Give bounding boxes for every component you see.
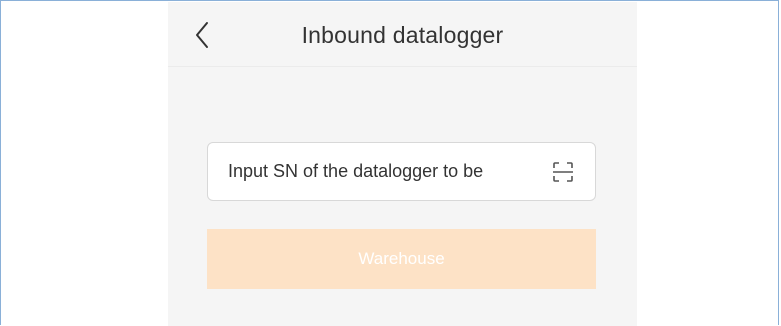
- app-screen: Inbound datalogger Warehouse: [168, 2, 637, 326]
- sn-input[interactable]: [228, 143, 538, 200]
- navigation-bar: Inbound datalogger: [168, 2, 637, 67]
- window-frame: Inbound datalogger Warehouse: [0, 0, 779, 326]
- page-title: Inbound datalogger: [301, 22, 504, 48]
- sn-input-container: [207, 142, 596, 201]
- warehouse-button[interactable]: Warehouse: [207, 229, 596, 289]
- scan-button[interactable]: [551, 160, 575, 184]
- scan-icon: [553, 162, 573, 182]
